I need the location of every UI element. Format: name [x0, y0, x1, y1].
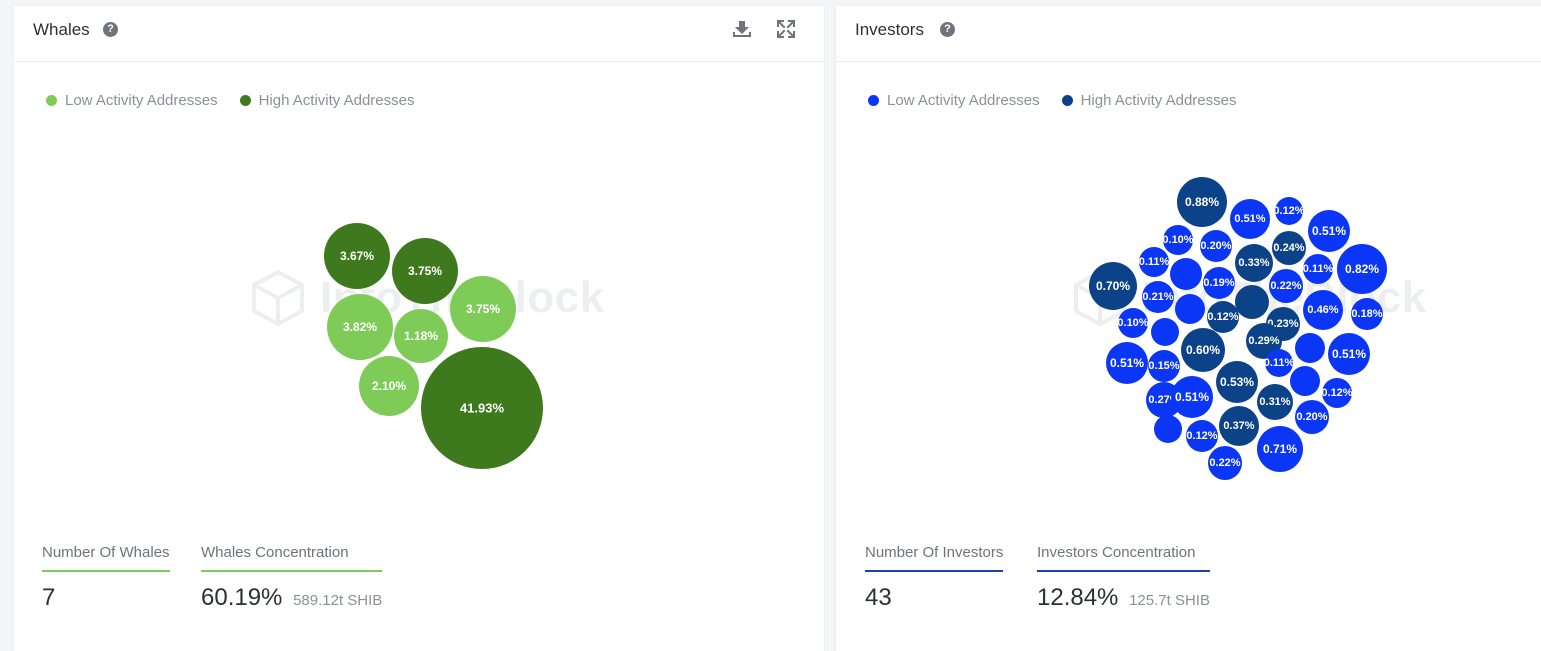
- investors-panel: Investors ? Low Activity Addresses High …: [836, 6, 1541, 651]
- investors-concentration-value: 12.84%: [1037, 584, 1119, 611]
- bubble-label: 0.33%: [1238, 257, 1269, 269]
- whales-count-value: 7: [42, 584, 56, 611]
- bubble-low-activity[interactable]: [1290, 366, 1320, 396]
- whales-count-label: Number Of Whales: [42, 544, 170, 572]
- whales-concentration-value-row: 60.19% 589.12t SHIB: [201, 584, 382, 612]
- bubble-low-activity[interactable]: [1170, 258, 1202, 290]
- bubble-label: 0.12%: [1273, 205, 1304, 217]
- bubble-label: 0.20%: [1200, 240, 1231, 252]
- bubble-label: 0.82%: [1345, 262, 1379, 276]
- investors-concentration-label: Investors Concentration: [1037, 544, 1210, 572]
- bubble-label: 0.51%: [1175, 390, 1209, 404]
- bubble-label: 3.67%: [340, 249, 374, 263]
- investors-concentration-sub: 125.7t SHIB: [1129, 592, 1210, 609]
- bubble-label: 0.37%: [1223, 420, 1254, 432]
- bubble-label: 0.15%: [1148, 360, 1179, 372]
- bubble-label: 0.51%: [1110, 356, 1144, 370]
- whales-concentration-sub: 589.12t SHIB: [293, 592, 383, 609]
- bubble-label: 0.22%: [1270, 280, 1301, 292]
- bubble-label: 0.88%: [1185, 195, 1219, 209]
- investors-count-label: Number Of Investors: [865, 544, 1004, 572]
- bubble-high-activity[interactable]: [1235, 285, 1269, 319]
- bubble-label: 0.51%: [1234, 213, 1265, 225]
- bubble-label: 0.46%: [1307, 304, 1338, 316]
- bubble-label: 0.10%: [1117, 317, 1148, 329]
- investors-bubble-chart: 0.88% 0.51% 0.12% 0.51% 0.10% 0.20% 0.24% 0.11%…: [1089, 177, 1387, 480]
- bubble-low-activity[interactable]: [1151, 318, 1179, 346]
- bubble-label: 0.11%: [1303, 263, 1334, 275]
- whales-concentration-stat: Whales Concentration 60.19% 589.12t SHIB: [201, 544, 383, 612]
- bubble-low-activity[interactable]: [1295, 333, 1325, 363]
- bubble-label: 0.24%: [1273, 242, 1304, 254]
- investors-concentration-value-row: 12.84% 125.7t SHIB: [1037, 584, 1210, 612]
- bubble-label: 0.60%: [1186, 343, 1220, 357]
- bubble-label: 0.12%: [1207, 311, 1238, 323]
- whales-panel: Whales ? Low Activity Addresses High Act…: [14, 6, 824, 651]
- bubble-label: 3.75%: [466, 302, 500, 316]
- whales-bubble-chart: 3.67% 3.75% 3.82% 1.18% 3.75% 2.10% 41.93%: [324, 223, 543, 469]
- bubble-label: 0.70%: [1096, 279, 1130, 293]
- whales-concentration-value: 60.19%: [201, 584, 283, 611]
- bubble-label: 3.75%: [408, 264, 442, 278]
- investors-count-stat: Number Of Investors 43: [865, 544, 1004, 612]
- bubble-label: 0.18%: [1351, 308, 1382, 320]
- bubble-low-activity[interactable]: [1175, 294, 1205, 324]
- bubble-label: 0.19%: [1203, 277, 1234, 289]
- bubble-label: 1.18%: [404, 329, 438, 343]
- bubble-label: 41.93%: [460, 401, 505, 416]
- bubble-label: 2.10%: [372, 379, 406, 393]
- bubble-label: 0.21%: [1142, 291, 1173, 303]
- bubble-label: 0.31%: [1259, 396, 1290, 408]
- bubble-label: 0.51%: [1332, 347, 1366, 361]
- investors-count-value: 43: [865, 584, 892, 611]
- bubble-label: 3.82%: [343, 320, 377, 334]
- bubble-label: 0.51%: [1312, 224, 1346, 238]
- bubble-label: 0.53%: [1220, 375, 1254, 389]
- bubble-label: 0.20%: [1296, 411, 1327, 423]
- bubble-label: 0.12%: [1321, 387, 1352, 399]
- bubble-label: 0.29%: [1248, 335, 1279, 347]
- bubble-label: 0.10%: [1162, 234, 1193, 246]
- bubble-label: 0.71%: [1263, 442, 1297, 456]
- bubble-label: 0.12%: [1186, 430, 1217, 442]
- bubble-low-activity[interactable]: [1154, 415, 1182, 443]
- whales-count-stat: Number Of Whales 7: [42, 544, 170, 612]
- bubble-label: 0.11%: [1139, 256, 1170, 268]
- investors-concentration-stat: Investors Concentration 12.84% 125.7t SH…: [1037, 544, 1210, 612]
- whales-concentration-label: Whales Concentration: [201, 544, 383, 572]
- bubble-label: 0.11%: [1264, 357, 1295, 369]
- bubble-label: 0.22%: [1209, 457, 1240, 469]
